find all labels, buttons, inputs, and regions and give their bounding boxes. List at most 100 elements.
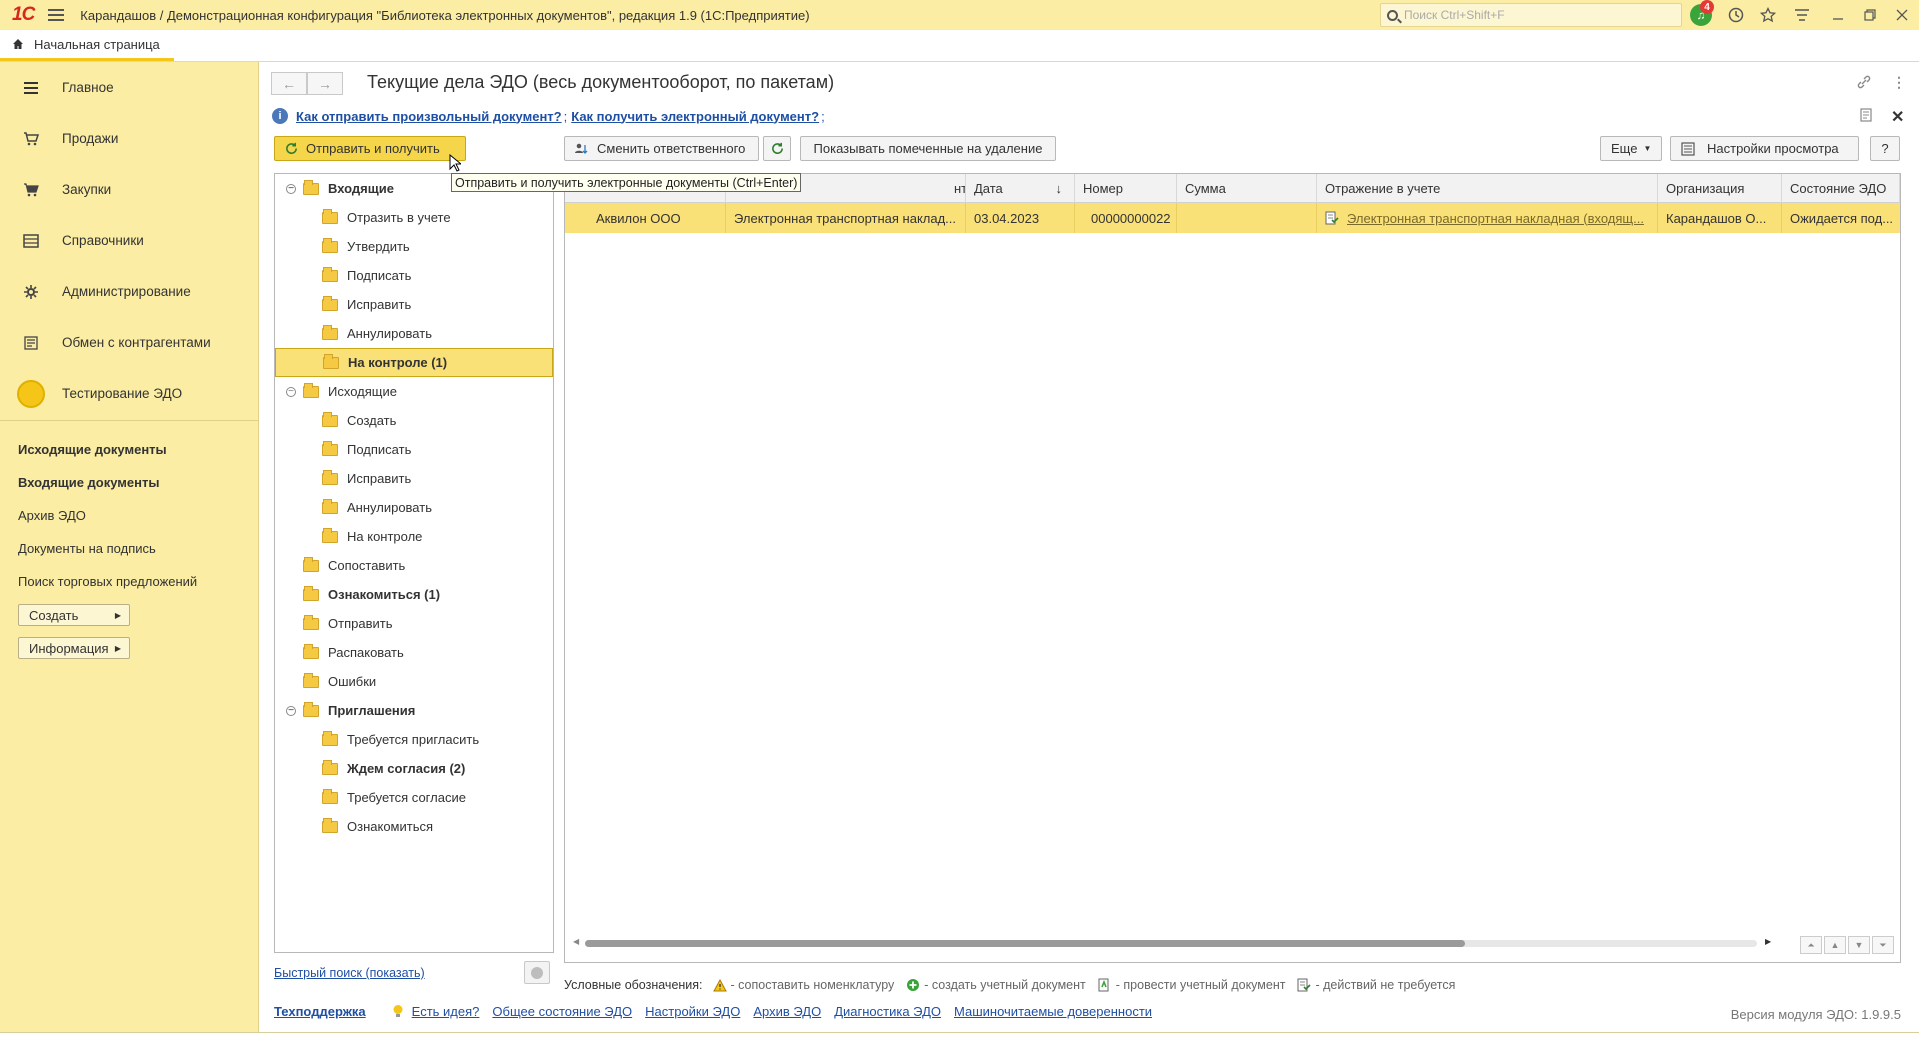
tree-item[interactable]: Ознакомиться [275,812,553,841]
tree-item[interactable]: − Исходящие [275,377,553,406]
quick-search-clear-button[interactable] [524,961,550,984]
more-vertical-icon[interactable]: ⋮ [1892,74,1906,91]
more-button[interactable]: Еще ▼ [1600,136,1662,161]
sidebar-link-docs-to-sign[interactable]: Документы на подпись [18,541,156,556]
edo-diagnostics-link[interactable]: Диагностика ЭДО [834,1004,941,1019]
machine-readable-poa-link[interactable]: Машиночитаемые доверенности [954,1004,1152,1019]
tree-item[interactable]: На контроле [275,522,553,551]
tree-item[interactable]: Исправить [275,464,553,493]
collapse-icon[interactable]: − [286,705,296,716]
col-header-accounting[interactable]: Отражение в учете [1317,174,1658,203]
scroll-top-button[interactable]: ⏶ [1800,936,1822,954]
section-exchange[interactable]: Обмен с контрагентами [0,317,259,368]
accounting-doc-link[interactable]: Электронная транспортная накладная (вход… [1347,211,1644,226]
forward-button[interactable]: → [307,72,343,95]
home-icon [12,38,24,50]
tree-item[interactable]: Требуется пригласить [275,725,553,754]
send-receive-button[interactable]: Отправить и получить [274,136,466,161]
tree-item[interactable]: − Приглашения [275,696,553,725]
tree-item[interactable]: Утвердить [275,232,553,261]
close-window-icon[interactable] [1892,4,1912,26]
info-dropdown-button[interactable]: Информация ▶ [18,637,130,659]
sidebar-link-edo-archive[interactable]: Архив ЭДО [18,508,86,523]
section-administration[interactable]: Администрирование [0,266,259,317]
document-icon[interactable] [1860,108,1872,125]
col-header-edo-status[interactable]: Состояние ЭДО [1782,174,1900,203]
show-deleted-toggle[interactable]: Показывать помеченные на удаление [800,136,1056,161]
col-header-number[interactable]: Номер [1075,174,1177,203]
collapse-icon[interactable]: − [286,386,296,397]
function-menu-icon[interactable] [1792,4,1812,26]
cell-date: 03.04.2023 [966,203,1075,233]
close-form-icon[interactable]: ✕ [1891,107,1904,127]
change-responsible-button[interactable]: Сменить ответственного [564,136,759,161]
tree-item[interactable]: Аннулировать [275,319,553,348]
help-link-send-doc[interactable]: Как отправить произвольный документ? [296,109,562,124]
back-button[interactable]: ← [271,72,307,95]
tab-home[interactable]: Начальная страница [0,30,174,61]
link-icon[interactable] [1856,74,1872,93]
tree-item[interactable]: Подписать [275,261,553,290]
scrollbar-thumb[interactable] [585,940,1465,947]
scroll-left-icon[interactable]: ◀ [573,937,579,946]
folder-icon [303,556,319,572]
help-button[interactable]: ? [1870,136,1900,161]
create-dropdown-button[interactable]: Создать ▶ [18,604,130,626]
scroll-up-button[interactable]: ▲ [1824,936,1846,954]
module-version: Версия модуля ЭДО: 1.9.9.5 [1730,1007,1901,1022]
global-search-input[interactable]: Поиск Ctrl+Shift+F [1380,3,1682,27]
tree-item[interactable]: Отразить в учете [275,203,553,232]
idea-link[interactable]: Есть идея? [412,1004,480,1019]
separator: ; [563,108,568,124]
sidebar-link-outgoing-docs[interactable]: Исходящие документы [18,442,167,457]
sidebar-link-incoming-docs[interactable]: Входящие документы [18,475,159,490]
favorites-icon[interactable] [1758,4,1778,26]
scroll-right-icon[interactable]: ▶ [1765,937,1771,946]
tree-item[interactable]: Отправить [275,609,553,638]
tree-item[interactable]: Аннулировать [275,493,553,522]
table-row[interactable]: Аквилон ООО Электронная транспортная нак… [565,203,1900,233]
main-menu-icon[interactable] [48,9,65,21]
col-header-sum[interactable]: Сумма [1177,174,1317,203]
tree-item[interactable]: Исправить [275,290,553,319]
collapse-icon[interactable]: − [286,183,296,194]
section-purchases[interactable]: Закупки [0,164,259,215]
edo-overall-state-link[interactable]: Общее состояние ЭДО [492,1004,632,1019]
tree-item[interactable]: Подписать [275,435,553,464]
col-header-organization[interactable]: Организация [1658,174,1782,203]
tab-home-label: Начальная страница [34,36,160,52]
horizontal-scrollbar[interactable] [585,940,1757,947]
view-settings-button[interactable]: Настройки просмотра [1670,136,1859,161]
tree-item[interactable]: Сопоставить [275,551,553,580]
legend: Условные обозначения: - сопоставить номе… [564,978,1463,992]
quick-search-link[interactable]: Быстрый поиск (показать) [274,966,425,980]
refresh-button[interactable] [763,136,791,161]
section-main[interactable]: Главное [0,62,259,113]
restore-icon[interactable] [1860,4,1880,26]
support-link[interactable]: Техподдержка [274,1004,366,1019]
scroll-bottom-button[interactable]: ⏷ [1872,936,1894,954]
tree-item[interactable]: Ознакомиться (1) [275,580,553,609]
edo-archive-link[interactable]: Архив ЭДО [753,1004,821,1019]
minimize-icon[interactable] [1828,4,1848,26]
history-icon[interactable] [1726,4,1746,26]
sidebar-link-trade-offers[interactable]: Поиск торговых предложений [18,574,197,589]
scroll-down-button[interactable]: ▼ [1848,936,1870,954]
folder-icon [322,208,338,224]
section-sales[interactable]: Продажи [0,113,259,164]
tree-item[interactable]: Ошибки [275,667,553,696]
menu-icon [22,79,40,97]
tree-item-label: Отразить в учете [347,210,451,225]
help-link-receive-doc[interactable]: Как получить электронный документ? [571,109,819,124]
tree-item[interactable]: Создать [275,406,553,435]
tree-item[interactable]: Требуется согласие [275,783,553,812]
col-header-date[interactable]: Дата ↓ [966,174,1075,203]
edo-settings-link[interactable]: Настройки ЭДО [645,1004,740,1019]
tree-item-label: Аннулировать [347,326,432,341]
title-bar: 1С Карандашов / Демонстрационная конфигу… [0,0,1919,30]
tree-item[interactable]: На контроле (1) [275,348,553,377]
tree-item[interactable]: Ждем согласия (2) [275,754,553,783]
section-catalogs[interactable]: Справочники [0,215,259,266]
section-edo-testing[interactable]: Тестирование ЭДО [0,368,259,419]
tree-item[interactable]: Распаковать [275,638,553,667]
